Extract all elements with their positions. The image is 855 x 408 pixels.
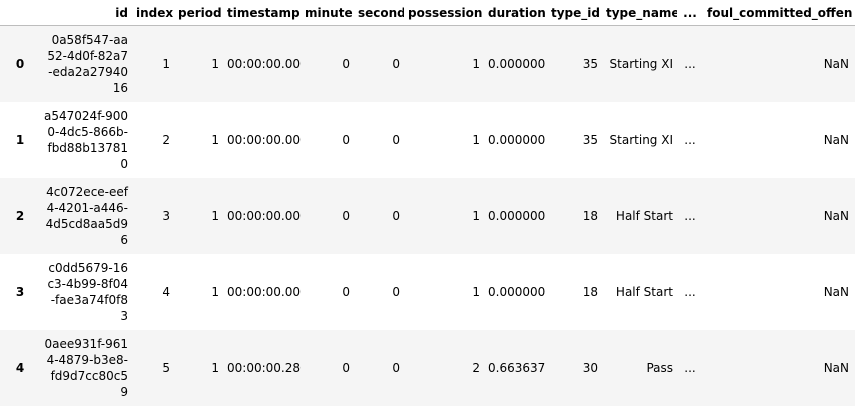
cell-second: 0	[354, 177, 404, 254]
cell-second: 0	[354, 25, 404, 102]
column-header-second: second	[354, 0, 404, 26]
column-header-period: period	[174, 0, 223, 26]
cell-possession: 1	[472, 132, 480, 147]
cell-period: 1	[211, 284, 219, 299]
cell-id: a547024f-9000-4dc5-866b-fbd88b137810	[44, 108, 128, 171]
cell-possession: 1	[404, 25, 484, 102]
row-index: 1	[15, 132, 25, 147]
cell-type_id: 30	[547, 329, 602, 406]
cell-foul_committed_offensive: NaN	[703, 25, 853, 102]
cell-second: 0	[392, 284, 400, 299]
cell-minute: 0	[301, 329, 354, 406]
cell-timestamp: 00:00:00.000	[223, 25, 301, 102]
cell-second: 0	[354, 329, 404, 406]
cell-timestamp: 00:00:00.000	[227, 132, 301, 147]
column-header-foul_committed_offensive: foul_committed_offensive	[703, 0, 853, 26]
cell-duration: 0.000000	[484, 177, 547, 254]
column-header-minute: minute	[301, 0, 354, 26]
cell-type_name: Half Start	[615, 284, 673, 299]
dataframe-output: id index period timestamp minute second posses…	[0, 0, 855, 408]
cell-id: c0dd5679-16c3-4b99-8f04-fae3a74f0f83	[47, 260, 128, 323]
cell-possession: 1	[404, 177, 484, 254]
cell-possession: 2	[404, 329, 484, 406]
cell-period: 1	[174, 177, 223, 254]
cell-foul_committed_offensive: NaN	[703, 177, 853, 254]
cell-timestamp: 00:00:00.000	[227, 284, 301, 299]
cell-ellipsis: ...	[684, 284, 696, 299]
cell-minute: 0	[342, 284, 350, 299]
column-header-ellipsis: ...	[677, 0, 703, 26]
cell-type_name: Starting XI	[602, 25, 677, 102]
cell-id: 4c072ece-eef4-4201-a446-4d5cd8aa5d96	[40, 177, 132, 254]
row-index: 2	[0, 177, 40, 254]
cell-ellipsis: ...	[677, 25, 703, 102]
row-index: 4	[0, 329, 40, 406]
cell-period: 1	[211, 132, 219, 147]
table-row: 3 c0dd5679-16c3-4b99-8f04-fae3a74f0f83 4 1 0…	[0, 254, 855, 330]
dataframe-table: id index period timestamp minute second posses…	[0, 0, 855, 406]
cell-minute: 0	[342, 132, 350, 147]
cell-minute: 0	[301, 177, 354, 254]
cell-ellipsis: ...	[684, 132, 696, 147]
table-row: 4 0aee931f-9614-4879-b3e8-fd9d7cc80c59 5 1 0…	[0, 329, 855, 406]
column-header-possession: possession	[404, 0, 484, 26]
column-header-id: id	[40, 0, 132, 26]
cell-index: 1	[132, 25, 174, 102]
cell-index: 4	[162, 284, 170, 299]
cell-period: 1	[174, 329, 223, 406]
cell-type_id: 35	[582, 132, 598, 147]
cell-duration: 0.000000	[484, 25, 547, 102]
header-row-index	[0, 0, 40, 26]
cell-ellipsis: ...	[677, 177, 703, 254]
cell-timestamp: 00:00:00.286	[223, 329, 301, 406]
cell-type_id: 18	[547, 177, 602, 254]
cell-period: 1	[174, 25, 223, 102]
cell-index: 5	[132, 329, 174, 406]
cell-ellipsis: ...	[677, 329, 703, 406]
table-body: 0 0a58f547-aa52-4d0f-82a7-eda2a2794016 1 1 0…	[0, 25, 855, 406]
cell-minute: 0	[301, 25, 354, 102]
cell-id: 0a58f547-aa52-4d0f-82a7-eda2a2794016	[40, 25, 132, 102]
column-header-duration: duration	[484, 0, 547, 26]
cell-duration: 0.000000	[488, 132, 546, 147]
table-row: 0 0a58f547-aa52-4d0f-82a7-eda2a2794016 1 1 0…	[0, 25, 855, 102]
cell-type_name: Starting XI	[609, 132, 673, 147]
column-header-timestamp: timestamp	[223, 0, 301, 26]
cell-type_name: Half Start	[602, 177, 677, 254]
cell-second: 0	[392, 132, 400, 147]
cell-duration: 0.000000	[488, 284, 546, 299]
header-row: id index period timestamp minute second posses…	[0, 0, 855, 26]
cell-type_id: 35	[547, 25, 602, 102]
table-row: 1 a547024f-9000-4dc5-866b-fbd88b137810 2 1 0…	[0, 102, 855, 178]
table-row: 2 4c072ece-eef4-4201-a446-4d5cd8aa5d96 3 1 0…	[0, 177, 855, 254]
cell-type_name: Pass	[602, 329, 677, 406]
cell-foul_committed_offensive: NaN	[823, 284, 849, 299]
cell-timestamp: 00:00:00.000	[223, 177, 301, 254]
cell-foul_committed_offensive: NaN	[703, 329, 853, 406]
cell-id: 0aee931f-9614-4879-b3e8-fd9d7cc80c59	[40, 329, 132, 406]
cell-index: 3	[132, 177, 174, 254]
cell-type_id: 18	[582, 284, 598, 299]
cell-foul_committed_offensive: NaN	[823, 132, 849, 147]
row-index: 0	[0, 25, 40, 102]
row-index: 3	[15, 284, 25, 299]
cell-possession: 1	[472, 284, 480, 299]
column-header-index: index	[132, 0, 174, 26]
cell-index: 2	[162, 132, 170, 147]
column-header-type_id: type_id	[547, 0, 602, 26]
cell-duration: 0.663637	[484, 329, 547, 406]
column-header-type_name: type_name	[602, 0, 677, 26]
